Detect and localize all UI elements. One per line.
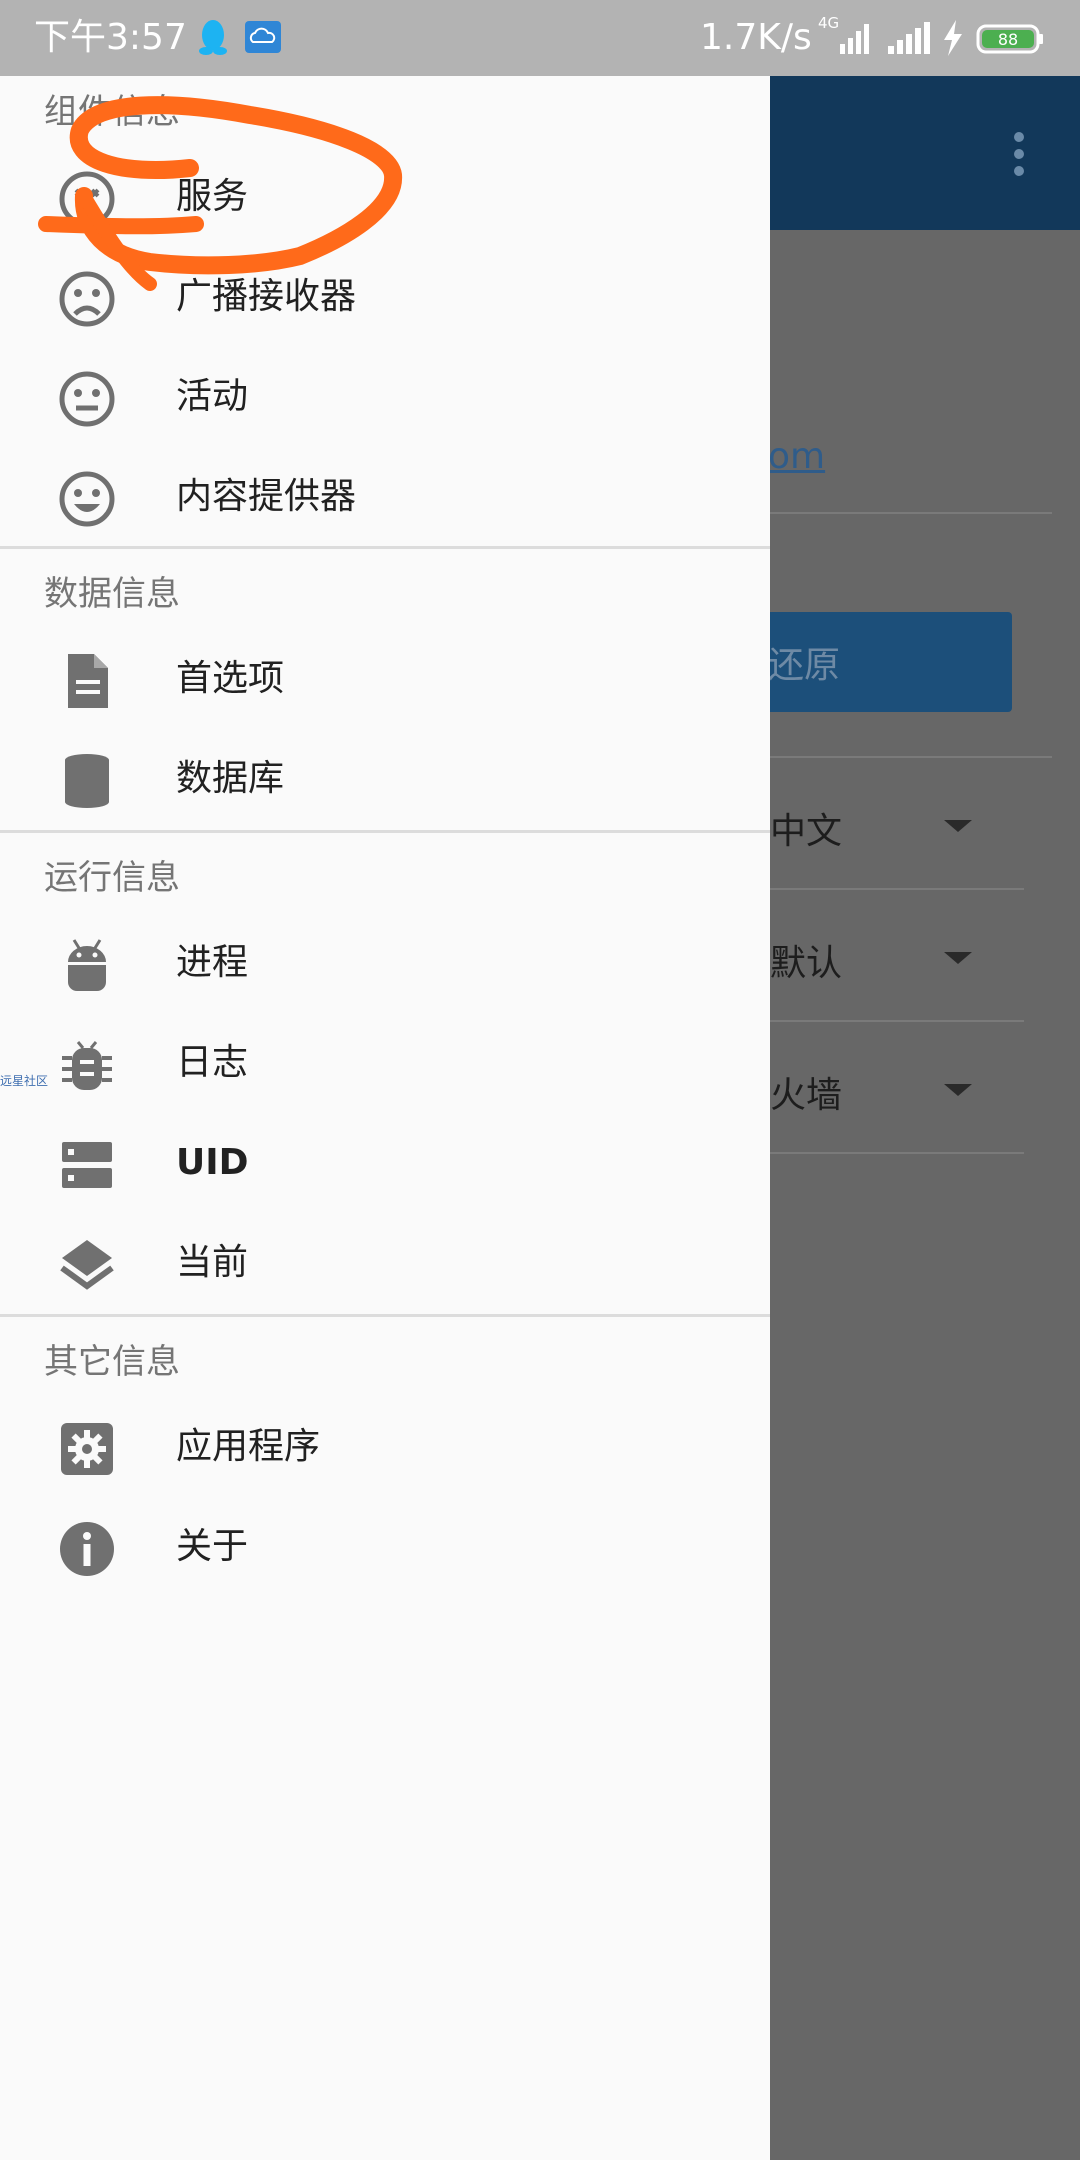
signal-icon — [888, 22, 930, 54]
drawer-item-label: 关于 — [176, 1526, 249, 1567]
bug-icon — [62, 1041, 112, 1090]
navigation-drawer: 组件信息 服务 广播接收器 活动 内容提供器 数据信息 首选项 数据库 运行信息… — [0, 76, 770, 2160]
drawer-item-label: UID — [176, 1142, 249, 1183]
drawer-item-label: 服务 — [176, 176, 249, 217]
info-icon — [60, 1522, 114, 1576]
drawer-item-label: 进程 — [176, 942, 249, 983]
drawer-item-broadcast-receivers[interactable]: 广播接收器 — [0, 250, 770, 346]
content-divider — [770, 512, 1052, 514]
layers-icon — [60, 1240, 114, 1290]
drawer-item-processes[interactable]: 进程 — [0, 916, 770, 1012]
happy-face-icon — [59, 471, 115, 527]
qq-icon — [199, 20, 227, 55]
network-speed: 1.7K/s — [700, 17, 812, 58]
section-divider — [0, 830, 770, 833]
drawer-item-label: 应用程序 — [176, 1426, 321, 1467]
drawer-item-about[interactable]: 关于 — [0, 1500, 770, 1596]
service-icon — [59, 171, 115, 227]
language-select[interactable]: 中文 — [770, 802, 842, 854]
section-divider — [0, 546, 770, 549]
firewall-select[interactable]: 火墙 — [770, 1066, 842, 1118]
sad-face-icon — [59, 271, 115, 327]
drawer-item-activities[interactable]: 活动 — [0, 350, 770, 446]
battery-level: 88 — [998, 30, 1018, 49]
content-divider — [770, 1152, 1024, 1154]
link-text[interactable]: om — [768, 436, 825, 477]
neutral-face-icon — [59, 371, 115, 427]
chevron-down-icon[interactable] — [944, 952, 972, 964]
drawer-item-applications[interactable]: 应用程序 — [0, 1400, 770, 1496]
drawer-item-databases[interactable]: 数据库 — [0, 732, 770, 828]
section-divider — [0, 1314, 770, 1317]
drawer-item-uid[interactable]: UID — [0, 1116, 770, 1212]
drawer-item-label: 内容提供器 — [176, 476, 357, 517]
storage-icon — [62, 1142, 112, 1188]
drawer-item-label: 当前 — [176, 1242, 249, 1283]
drawer-item-preferences[interactable]: 首选项 — [0, 632, 770, 728]
gear-icon — [61, 1423, 113, 1475]
content-divider — [770, 1020, 1024, 1022]
status-time: 下午3:57 — [34, 17, 187, 58]
chevron-down-icon[interactable] — [944, 820, 972, 832]
signal-4g-icon: 4G — [818, 14, 869, 54]
drawer-item-label: 活动 — [176, 376, 249, 417]
drawer-item-label: 日志 — [176, 1042, 249, 1083]
drawer-item-label: 数据库 — [176, 758, 285, 799]
section-header-runtime: 运行信息 — [44, 858, 180, 898]
database-icon — [65, 754, 109, 808]
section-header-other: 其它信息 — [44, 1342, 180, 1382]
section-header-data: 数据信息 — [44, 574, 180, 614]
drawer-item-content-providers[interactable]: 内容提供器 — [0, 450, 770, 546]
drawer-item-services[interactable]: 服务 — [0, 150, 770, 246]
drawer-item-label: 首选项 — [176, 658, 285, 699]
drawer-item-current[interactable]: 当前 — [0, 1216, 770, 1312]
cloud-icon — [245, 21, 281, 53]
document-icon — [68, 654, 108, 708]
content-divider — [770, 888, 1024, 890]
drawer-item-logs[interactable]: 日志 — [0, 1016, 770, 1112]
charging-bolt-icon — [944, 20, 962, 56]
content-divider — [770, 756, 1052, 758]
theme-select[interactable]: 默认 — [770, 934, 842, 986]
android-icon — [68, 939, 106, 991]
section-header-components: 组件信息 — [44, 92, 180, 132]
more-options-icon[interactable] — [1012, 130, 1026, 178]
battery-icon: 88 — [976, 24, 1043, 54]
network-type-label: 4G — [818, 14, 839, 32]
watermark: 远星社区 — [0, 1074, 49, 1088]
restore-button-label: 还原 — [768, 645, 841, 686]
drawer-item-label: 广播接收器 — [176, 276, 357, 317]
chevron-down-icon[interactable] — [944, 1084, 972, 1096]
status-bar: 下午3:57 1.7K/s 4G 88 — [0, 0, 1080, 76]
